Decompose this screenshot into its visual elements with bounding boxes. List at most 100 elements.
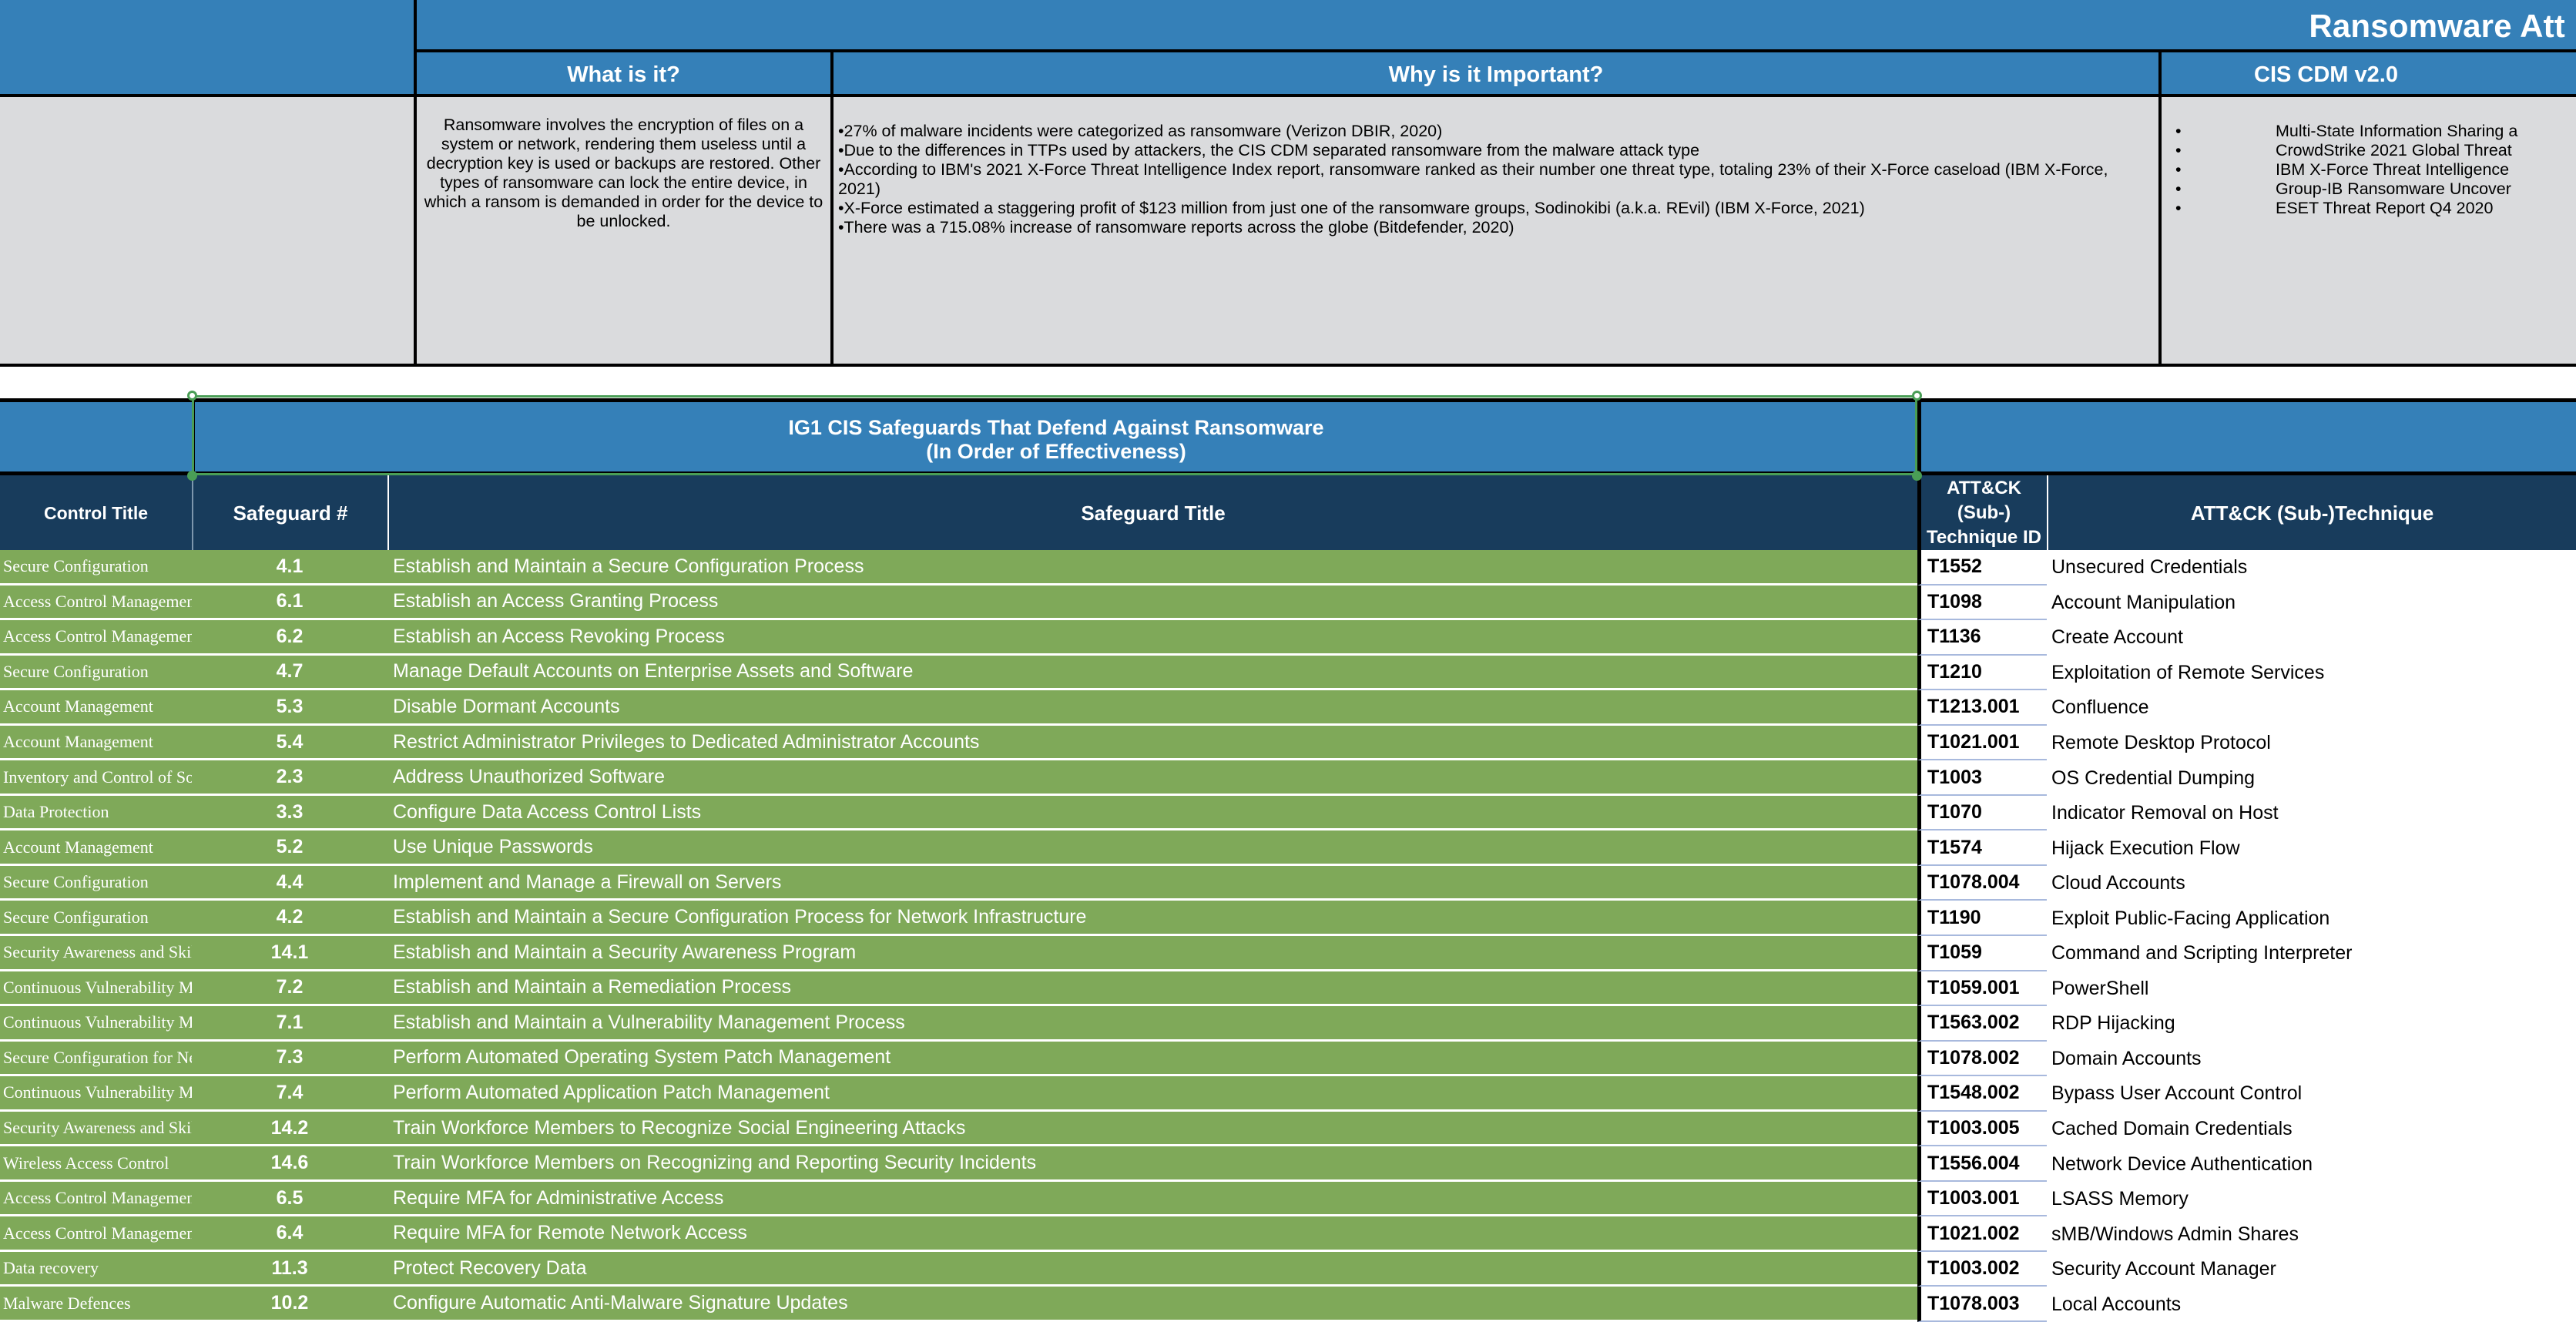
- safeguard-title-cell[interactable]: Train Workforce Members on Recognizing a…: [387, 1146, 1917, 1182]
- attack-id-cell[interactable]: T1003.002: [1917, 1251, 2047, 1287]
- table-row[interactable]: Access Control Management 6.2 Establish an…: [0, 620, 2576, 656]
- attack-name-cell[interactable]: PowerShell: [2047, 971, 2576, 1007]
- table-row[interactable]: Continuous Vulnerability Management7.4Pe…: [0, 1076, 2576, 1112]
- attack-id-cell[interactable]: T1574: [1917, 830, 2047, 866]
- safeguard-number-cell[interactable]: 14.6: [192, 1146, 387, 1182]
- attack-name-cell[interactable]: sMB/Windows Admin Shares: [2047, 1216, 2576, 1252]
- attack-name-cell[interactable]: Cloud Accounts: [2047, 865, 2576, 901]
- attack-id-cell[interactable]: T1136: [1917, 620, 2047, 656]
- table-row[interactable]: Account Management 5.4 Restrict Administra…: [0, 725, 2576, 761]
- attack-name-cell[interactable]: Network Device Authentication: [2047, 1146, 2576, 1182]
- control-title-cell[interactable]: Secure Configuration: [0, 550, 192, 586]
- attack-id-cell[interactable]: T1213.001: [1917, 690, 2047, 726]
- column-header-control-title[interactable]: Control Title: [0, 475, 192, 550]
- attack-name-cell[interactable]: Confluence: [2047, 690, 2576, 726]
- safeguard-title-cell[interactable]: Configure Data Access Control Lists: [387, 795, 1917, 831]
- safeguard-title-cell[interactable]: Perform Automated Operating System Patch…: [387, 1041, 1917, 1077]
- table-row[interactable]: Continuous Vulnerability Management7.1Es…: [0, 1006, 2576, 1042]
- control-title-cell[interactable]: Data Protection: [0, 795, 192, 831]
- attack-name-cell[interactable]: Indicator Removal on Host: [2047, 795, 2576, 831]
- safeguard-title-cell[interactable]: Use Unique Passwords: [387, 830, 1917, 866]
- table-row[interactable]: Wireless Access Control 14.6 Train Workfor…: [0, 1146, 2576, 1182]
- safeguard-number-cell[interactable]: 4.4: [192, 865, 387, 901]
- safeguard-title-cell[interactable]: Perform Automated Application Patch Mana…: [387, 1076, 1917, 1112]
- safeguard-title-cell[interactable]: Manage Default Accounts on Enterprise As…: [387, 655, 1917, 691]
- selection-handle-top-left[interactable]: [187, 391, 197, 401]
- safeguard-number-cell[interactable]: 6.1: [192, 585, 387, 621]
- attack-name-cell[interactable]: Unsecured Credentials: [2047, 550, 2576, 586]
- control-title-cell[interactable]: Secure Configuration: [0, 865, 192, 901]
- attack-id-cell[interactable]: T1548.002: [1917, 1076, 2047, 1112]
- attack-id-cell[interactable]: T1078.002: [1917, 1041, 2047, 1077]
- safeguard-number-cell[interactable]: 6.5: [192, 1181, 387, 1217]
- safeguard-number-cell[interactable]: 3.3: [192, 795, 387, 831]
- safeguard-title-cell[interactable]: Implement and Manage a Firewall on Serve…: [387, 865, 1917, 901]
- safeguard-title-cell[interactable]: Establish and Maintain a Vulnerability M…: [387, 1006, 1917, 1042]
- attack-name-cell[interactable]: Hijack Execution Flow: [2047, 830, 2576, 866]
- control-title-cell[interactable]: Inventory and Control of Software Assets: [0, 760, 192, 796]
- attack-id-cell[interactable]: T1556.004: [1917, 1146, 2047, 1182]
- safeguard-title-cell[interactable]: Require MFA for Administrative Access: [387, 1181, 1917, 1217]
- safeguard-title-cell[interactable]: Disable Dormant Accounts: [387, 690, 1917, 726]
- control-title-cell[interactable]: Secure Configuration: [0, 655, 192, 691]
- selection-handle-top-right[interactable]: [1912, 391, 1922, 401]
- column-header-safeguard-number[interactable]: Safeguard #: [192, 475, 387, 550]
- attack-name-cell[interactable]: RDP Hijacking: [2047, 1006, 2576, 1042]
- control-title-cell[interactable]: Access Control Management: [0, 1216, 192, 1252]
- control-title-cell[interactable]: Secure Configuration: [0, 901, 192, 937]
- safeguard-number-cell[interactable]: 7.1: [192, 1006, 387, 1042]
- column-header-safeguard-title[interactable]: Safeguard Title: [387, 475, 1917, 550]
- table-row[interactable]: Secure Configuration for Network Devices…: [0, 1041, 2576, 1077]
- table-row[interactable]: Data recovery 11.3 Protect Recovery Data T1…: [0, 1251, 2576, 1287]
- safeguard-title-cell[interactable]: Train Workforce Members to Recognize Soc…: [387, 1111, 1917, 1147]
- safeguard-number-cell[interactable]: 4.2: [192, 901, 387, 937]
- column-header-attack-id[interactable]: ATT&CK (Sub-) Technique ID: [1917, 475, 2047, 550]
- table-row[interactable]: Secure Configuration 4.1 Establish and Mai…: [0, 550, 2576, 586]
- safeguard-title-cell[interactable]: Establish an Access Granting Process: [387, 585, 1917, 621]
- attack-name-cell[interactable]: Command and Scripting Interpreter: [2047, 936, 2576, 971]
- safeguard-title-cell[interactable]: Establish and Maintain a Secure Configur…: [387, 901, 1917, 937]
- safeguard-title-cell[interactable]: Establish and Maintain a Secure Configur…: [387, 550, 1917, 586]
- attack-name-cell[interactable]: LSASS Memory: [2047, 1181, 2576, 1217]
- attack-name-cell[interactable]: Domain Accounts: [2047, 1041, 2576, 1077]
- control-title-cell[interactable]: Malware Defences: [0, 1287, 192, 1322]
- safeguard-number-cell[interactable]: 14.2: [192, 1111, 387, 1147]
- table-row[interactable]: Access Control Management 6.5 Require MFA …: [0, 1181, 2576, 1217]
- attack-name-cell[interactable]: Local Accounts: [2047, 1287, 2576, 1322]
- attack-id-cell[interactable]: T1210: [1917, 655, 2047, 691]
- safeguard-number-cell[interactable]: 6.2: [192, 620, 387, 656]
- attack-id-cell[interactable]: T1563.002: [1917, 1006, 2047, 1042]
- table-row[interactable]: Data Protection 3.3 Configure Data Access …: [0, 795, 2576, 831]
- attack-id-cell[interactable]: T1021.002: [1917, 1216, 2047, 1252]
- attack-name-cell[interactable]: Exploit Public-Facing Application: [2047, 901, 2576, 937]
- control-title-cell[interactable]: Continuous Vulnerability Management: [0, 1076, 192, 1112]
- safeguard-number-cell[interactable]: 10.2: [192, 1287, 387, 1322]
- attack-name-cell[interactable]: Remote Desktop Protocol: [2047, 725, 2576, 761]
- attack-id-cell[interactable]: T1098: [1917, 585, 2047, 621]
- safeguard-title-cell[interactable]: Establish and Maintain a Remediation Pro…: [387, 971, 1917, 1007]
- safeguard-number-cell[interactable]: 14.1: [192, 936, 387, 971]
- safeguard-number-cell[interactable]: 7.4: [192, 1076, 387, 1112]
- safeguard-number-cell[interactable]: 4.7: [192, 655, 387, 691]
- attack-id-cell[interactable]: T1003.005: [1917, 1111, 2047, 1147]
- control-title-cell[interactable]: Continuous Vulnerability Management: [0, 1006, 192, 1042]
- table-row[interactable]: Security Awareness and Skills Training14…: [0, 1111, 2576, 1147]
- table-row[interactable]: Account Management 5.2 Use Unique Password…: [0, 830, 2576, 866]
- selection-handle-bottom-left[interactable]: [187, 471, 197, 481]
- control-title-cell[interactable]: Data recovery: [0, 1251, 192, 1287]
- attack-name-cell[interactable]: Cached Domain Credentials: [2047, 1111, 2576, 1147]
- control-title-cell[interactable]: Wireless Access Control: [0, 1146, 192, 1182]
- attack-id-cell[interactable]: T1059: [1917, 936, 2047, 971]
- attack-id-cell[interactable]: T1078.004: [1917, 865, 2047, 901]
- safeguard-number-cell[interactable]: 5.4: [192, 725, 387, 761]
- safeguard-title-cell[interactable]: Address Unauthorized Software: [387, 760, 1917, 796]
- safeguard-number-cell[interactable]: 4.1: [192, 550, 387, 586]
- attack-name-cell[interactable]: Bypass User Account Control: [2047, 1076, 2576, 1112]
- attack-name-cell[interactable]: Create Account: [2047, 620, 2576, 656]
- safeguard-number-cell[interactable]: 2.3: [192, 760, 387, 796]
- control-title-cell[interactable]: Access Control Management: [0, 1181, 192, 1217]
- attack-id-cell[interactable]: T1070: [1917, 795, 2047, 831]
- safeguard-title-cell[interactable]: Establish and Maintain a Security Awaren…: [387, 936, 1917, 971]
- safeguard-title-cell[interactable]: Require MFA for Remote Network Access: [387, 1216, 1917, 1252]
- safeguard-title-cell[interactable]: Configure Automatic Anti-Malware Signatu…: [387, 1287, 1917, 1322]
